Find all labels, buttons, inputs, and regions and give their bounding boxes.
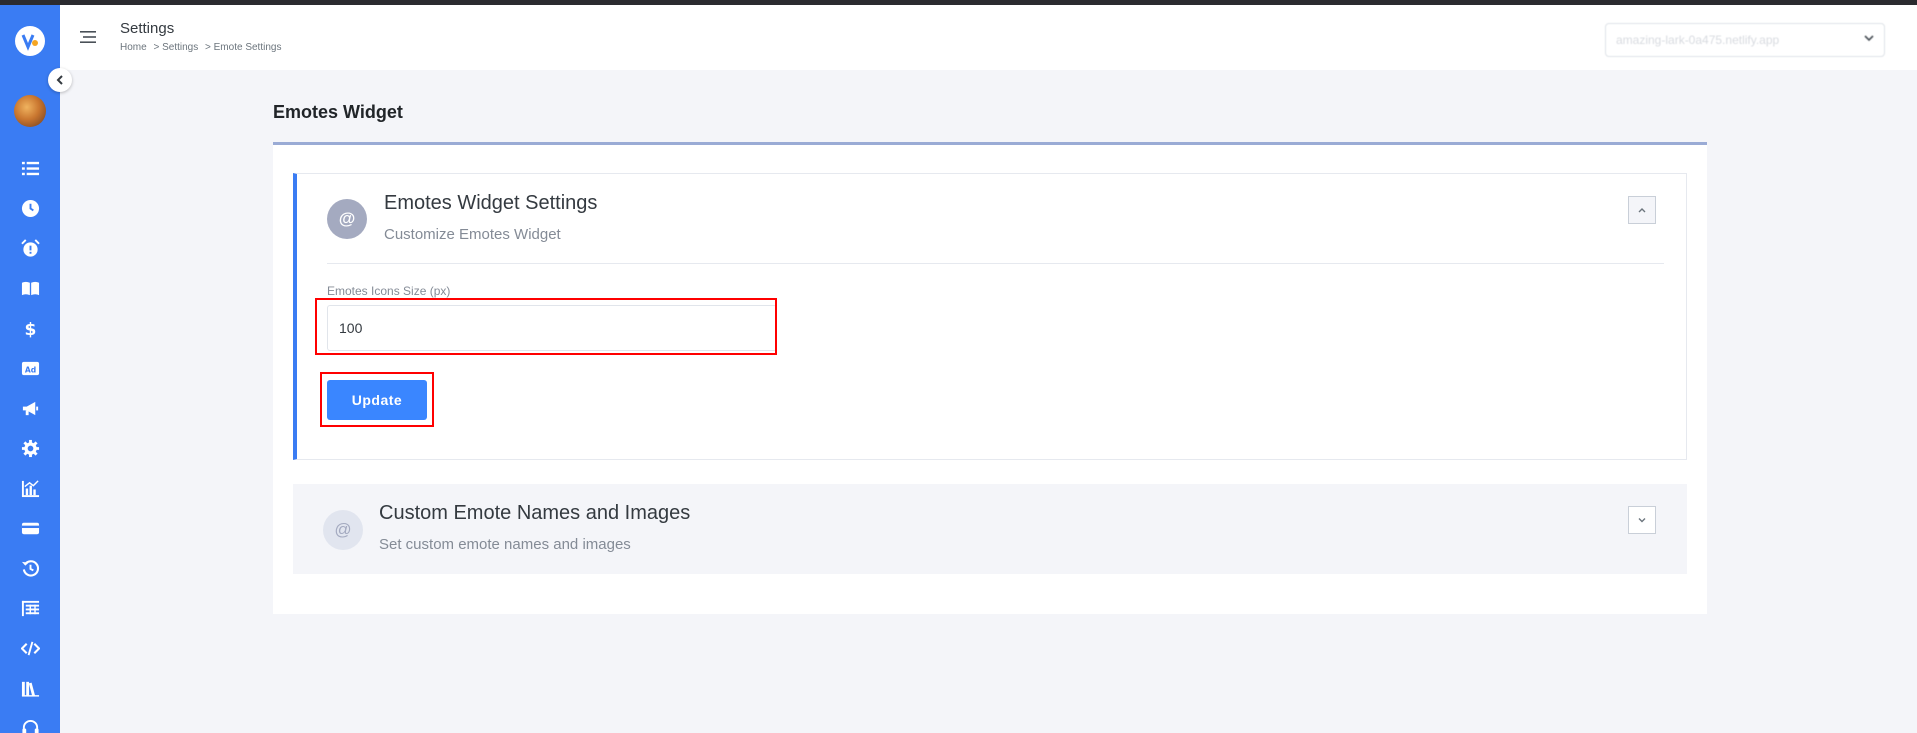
page-title: Settings <box>120 20 175 37</box>
breadcrumb: Home > Settings > Emote Settings <box>120 42 285 53</box>
section-title: Emotes Widget <box>273 102 403 122</box>
history-icon[interactable] <box>17 555 43 581</box>
emotes-widget-settings-panel: @ Emotes Widget Settings Customize Emote… <box>293 173 1687 460</box>
panel-subtitle: Customize Emotes Widget <box>384 226 561 243</box>
svg-text:$: $ <box>24 320 36 338</box>
book-icon[interactable] <box>17 275 43 301</box>
update-button[interactable]: Update <box>327 380 427 420</box>
breadcrumb-emote-settings: > Emote Settings <box>205 42 282 53</box>
dollar-icon[interactable]: $ <box>17 315 43 341</box>
emote-size-label: Emotes Icons Size (px) <box>327 284 451 298</box>
alarm-icon[interactable] <box>17 235 43 261</box>
site-select[interactable]: amazing-lark-0a475.netlify.app <box>1605 23 1885 57</box>
chevron-down-icon <box>1864 35 1874 42</box>
at-icon: @ <box>327 199 367 239</box>
menu-icon[interactable] <box>80 29 98 45</box>
sidebar: $ Ad <box>0 5 60 733</box>
topbar: Settings Home > Settings > Emote Setting… <box>60 5 1917 70</box>
credit-card-icon[interactable] <box>17 515 43 541</box>
chevron-up-icon <box>1638 208 1646 213</box>
app-logo[interactable] <box>15 26 45 56</box>
panel-title: Emotes Widget Settings <box>384 192 598 214</box>
panel-divider <box>327 263 1664 264</box>
headset-icon[interactable] <box>17 715 43 733</box>
list-icon[interactable] <box>17 155 43 181</box>
collapse-panel-button[interactable] <box>1628 196 1656 224</box>
custom-emote-names-panel[interactable]: @ Custom Emote Names and Images Set cust… <box>293 484 1687 574</box>
chevron-left-icon <box>56 75 63 85</box>
code-icon[interactable] <box>17 635 43 661</box>
panel-subtitle: Set custom emote names and images <box>379 536 631 553</box>
content-card: @ Emotes Widget Settings Customize Emote… <box>273 142 1707 614</box>
clock-icon[interactable] <box>17 195 43 221</box>
megaphone-icon[interactable] <box>17 395 43 421</box>
svg-text:Ad: Ad <box>24 365 35 374</box>
emote-size-input[interactable] <box>327 305 777 351</box>
chart-icon[interactable] <box>17 475 43 501</box>
ad-icon[interactable]: Ad <box>17 355 43 381</box>
breadcrumb-home[interactable]: Home <box>120 42 147 53</box>
site-select-value: amazing-lark-0a475.netlify.app <box>1616 33 1780 47</box>
gear-icon[interactable] <box>17 435 43 461</box>
avatar[interactable] <box>14 95 46 127</box>
library-icon[interactable] <box>17 675 43 701</box>
chevron-down-icon <box>1638 518 1646 523</box>
table-icon[interactable] <box>17 595 43 621</box>
panel-title: Custom Emote Names and Images <box>379 502 691 524</box>
expand-panel-button[interactable] <box>1628 506 1656 534</box>
sidebar-collapse-button[interactable] <box>48 68 72 92</box>
at-icon: @ <box>323 510 363 550</box>
breadcrumb-settings[interactable]: > Settings <box>153 42 198 53</box>
